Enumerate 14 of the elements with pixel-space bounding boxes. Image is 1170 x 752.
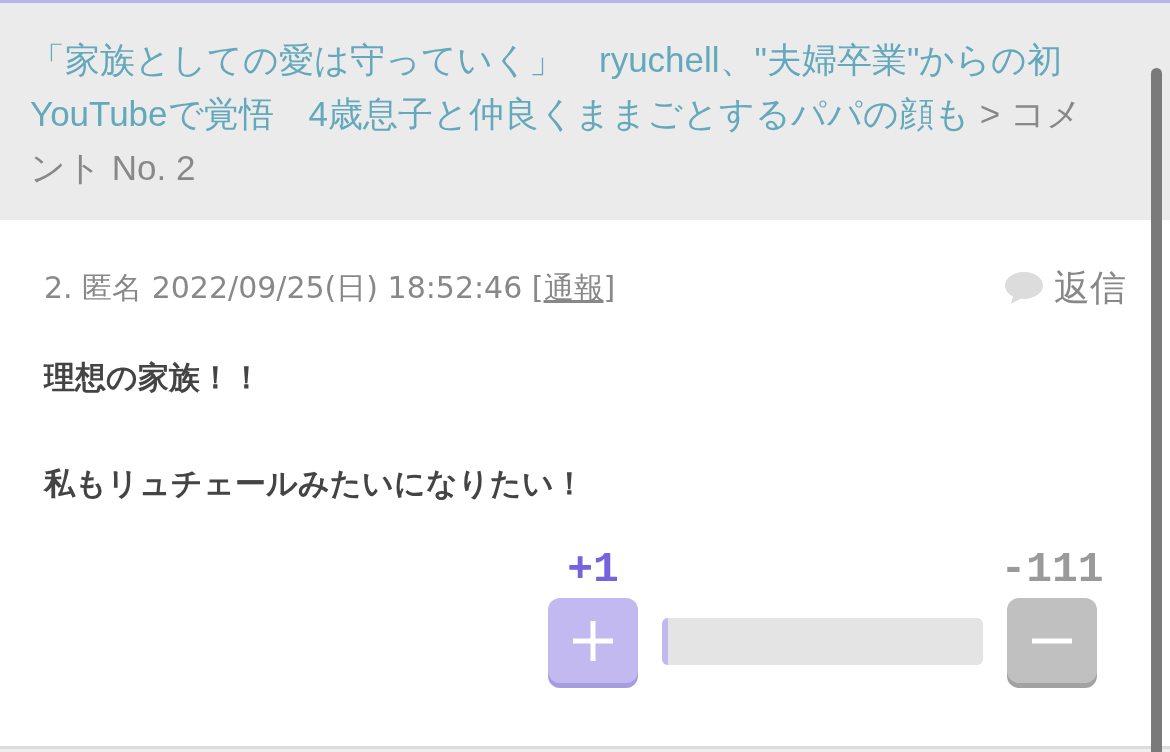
- speech-bubble-icon: [1004, 271, 1044, 305]
- comment-meta: 2. 匿名 2022/09/25(日) 18:52:46 [通報]: [44, 269, 616, 307]
- minus-count: -111: [1000, 546, 1104, 594]
- breadcrumb: 「家族としての愛は守っていく」 ryuchell、"夫婦卒業"からの初 YouTubeで覚悟 4歳息子と仲良くままごとするパパの顔も > コメント No. 2: [30, 39, 1083, 189]
- comment-text: 理想の家族！！: [44, 358, 263, 397]
- plus-count: +1: [567, 546, 619, 594]
- scrollbar-thumb[interactable]: [1151, 68, 1162, 752]
- minus-icon: [1030, 637, 1074, 644]
- reply-button[interactable]: 返信: [1004, 263, 1126, 313]
- article-link[interactable]: YouTubeで覚悟 4歳息子と仲良くままごとするパパの顔も: [30, 94, 970, 133]
- report-link[interactable]: 通報: [543, 270, 604, 305]
- article-link[interactable]: 「家族としての愛は守っていく」 ryuchell、"夫婦卒業"からの初: [30, 40, 1063, 79]
- plus-icon: [571, 618, 615, 663]
- comment-text: 私もリュチェールみたいになりたい！: [44, 464, 586, 503]
